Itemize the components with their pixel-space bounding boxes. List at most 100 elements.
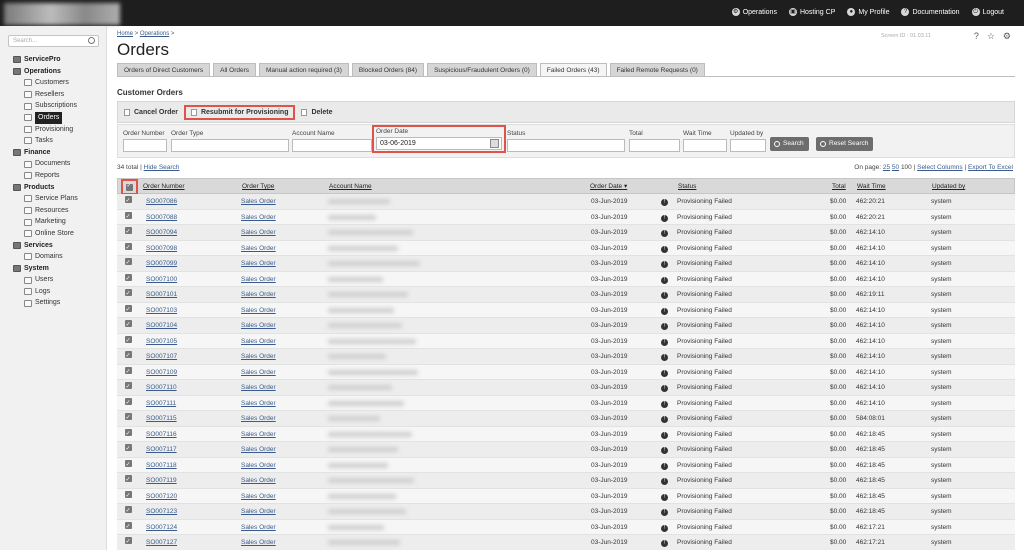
sidebar-item-provisioning[interactable]: Provisioning [0, 124, 107, 136]
status-info-icon[interactable]: ! [661, 493, 668, 501]
sidebar-item-service-plans[interactable]: Service Plans [0, 193, 107, 205]
sidebar-item-users[interactable]: Users [0, 274, 107, 286]
topnav-hosting-cp[interactable]: ▣ Hosting CP [788, 8, 835, 16]
status-info-icon[interactable]: ! [661, 462, 668, 470]
tab-0[interactable]: Orders of Direct Customers [117, 63, 211, 77]
row-checkbox[interactable] [125, 303, 132, 318]
order-number-link[interactable]: SO007123 [146, 504, 177, 520]
order-number-link[interactable]: SO007101 [146, 287, 177, 303]
topnav-operations[interactable]: ⚙ Operations [731, 8, 777, 16]
order-number-link[interactable]: SO007118 [146, 458, 177, 474]
order-number-input[interactable] [123, 139, 167, 152]
status-info-icon[interactable]: ! [661, 354, 668, 361]
search-icon[interactable] [88, 37, 95, 44]
header-account-name[interactable]: Account Name [329, 179, 372, 195]
row-checkbox[interactable] [125, 380, 132, 396]
sidebar-item-tasks[interactable]: Tasks [0, 135, 107, 147]
tab-3[interactable]: Blocked Orders (84) [351, 63, 425, 77]
status-info-icon[interactable]: ! [661, 261, 668, 268]
breadcrumb-home[interactable]: Home [117, 31, 133, 37]
order-number-link[interactable]: SO007094 [146, 225, 177, 241]
header-order-type[interactable]: Order Type [242, 179, 274, 195]
table-row[interactable]: SO007127 Sales Order 03-Jun-2019! Provision… [117, 535, 1015, 550]
sidebar-item-customers[interactable]: Customers [0, 77, 107, 89]
row-checkbox[interactable] [125, 396, 132, 411]
row-checkbox[interactable] [125, 489, 132, 504]
order-number-link[interactable]: SO007115 [146, 411, 177, 427]
row-checkbox[interactable] [125, 334, 132, 349]
order-type-link[interactable]: Sales Order [241, 458, 276, 474]
tab-1[interactable]: All Orders [213, 63, 257, 77]
order-type-link[interactable]: Sales Order [241, 504, 276, 520]
resubmit-provisioning-button[interactable]: Resubmit for Provisioning [183, 104, 296, 120]
table-row[interactable]: SO007110 Sales Order 03-Jun-2019! Provision… [117, 380, 1015, 396]
table-row[interactable]: SO007118 Sales Order 03-Jun-2019! Provision… [117, 457, 1015, 474]
order-number-link[interactable]: SO007099 [146, 256, 177, 272]
header-total[interactable]: Total [832, 179, 846, 195]
table-row[interactable]: SO007094 Sales Order 03-Jun-2019! Provision… [117, 225, 1015, 241]
sidebar-group-finance[interactable]: Finance [0, 147, 107, 159]
sidebar-item-logs[interactable]: Logs [0, 286, 107, 298]
order-type-link[interactable]: Sales Order [241, 365, 276, 381]
sidebar-item-resellers[interactable]: Resellers [0, 89, 107, 101]
order-type-link[interactable]: Sales Order [241, 210, 276, 226]
status-info-icon[interactable]: ! [661, 540, 668, 547]
table-row[interactable]: SO007101 Sales Order 03-Jun-2019! Provision… [117, 287, 1015, 303]
order-number-link[interactable]: SO007110 [146, 380, 177, 396]
status-info-icon[interactable]: ! [661, 276, 668, 284]
row-checkbox[interactable] [125, 535, 132, 550]
status-info-icon[interactable]: ! [661, 323, 668, 330]
status-info-icon[interactable]: ! [661, 369, 668, 377]
order-type-link[interactable]: Sales Order [241, 272, 276, 288]
sidebar-item-orders[interactable]: Orders [0, 111, 107, 124]
hide-search-link[interactable]: Hide Search [144, 164, 180, 171]
row-checkbox[interactable] [125, 272, 132, 287]
header-updated-by[interactable]: Updated by [932, 179, 965, 195]
sidebar-item-documents[interactable]: Documents [0, 158, 107, 170]
order-number-link[interactable]: SO007119 [146, 473, 177, 489]
gear-icon[interactable]: ⚙ [1003, 31, 1011, 42]
order-type-link[interactable]: Sales Order [241, 520, 276, 536]
sidebar-group-products[interactable]: Products [0, 182, 107, 194]
status-info-icon[interactable]: ! [661, 416, 668, 423]
order-number-link[interactable]: SO007105 [146, 334, 177, 350]
order-type-select[interactable] [171, 139, 289, 152]
order-number-link[interactable]: SO007098 [146, 241, 177, 257]
table-row[interactable]: SO007124 Sales Order 03-Jun-2019! Provision… [117, 519, 1015, 536]
order-number-link[interactable]: SO007124 [146, 520, 177, 536]
table-row[interactable]: SO007120 Sales Order 03-Jun-2019! Provision… [117, 488, 1015, 504]
order-type-link[interactable]: Sales Order [241, 396, 276, 412]
row-checkbox[interactable] [125, 210, 132, 225]
order-type-link[interactable]: Sales Order [241, 411, 276, 427]
status-info-icon[interactable]: ! [661, 292, 668, 299]
header-order-date[interactable]: Order Date ▾ [590, 179, 627, 195]
order-type-link[interactable]: Sales Order [241, 256, 276, 272]
account-name-input[interactable] [292, 139, 372, 152]
status-info-icon[interactable]: ! [661, 245, 668, 253]
row-checkbox[interactable] [125, 194, 132, 210]
order-number-link[interactable]: SO007127 [146, 535, 177, 550]
row-checkbox[interactable] [125, 520, 132, 535]
star-icon[interactable]: ☆ [987, 31, 995, 42]
order-number-link[interactable]: SO007116 [146, 427, 177, 443]
sidebar-item-subscriptions[interactable]: Subscriptions [0, 100, 107, 112]
sidebar-item-resources[interactable]: Resources [0, 205, 107, 217]
status-info-icon[interactable]: ! [661, 447, 668, 454]
export-excel-link[interactable]: Export To Excel [968, 164, 1013, 171]
search-button[interactable]: Search [770, 137, 809, 151]
order-type-link[interactable]: Sales Order [241, 318, 276, 334]
page-size-50[interactable]: 50 [892, 164, 899, 171]
tab-4[interactable]: Suspicious/Fraudulent Orders (0) [427, 63, 537, 77]
status-info-icon[interactable]: ! [661, 230, 668, 237]
table-row[interactable]: SO007098 Sales Order 03-Jun-2019! Provision… [117, 240, 1015, 257]
table-row[interactable]: SO007099 Sales Order 03-Jun-2019! Provision… [117, 256, 1015, 272]
row-checkbox[interactable] [125, 256, 132, 272]
table-row[interactable]: SO007115 Sales Order 03-Jun-2019! Provision… [117, 411, 1015, 427]
status-info-icon[interactable]: ! [661, 199, 668, 206]
order-type-link[interactable]: Sales Order [241, 334, 276, 350]
row-checkbox[interactable] [125, 442, 132, 458]
header-wait-time[interactable]: Wait Time [857, 179, 886, 195]
header-order-number[interactable]: Order Number [143, 179, 185, 195]
order-number-link[interactable]: SO007111 [146, 396, 176, 412]
status-info-icon[interactable]: ! [661, 478, 668, 485]
